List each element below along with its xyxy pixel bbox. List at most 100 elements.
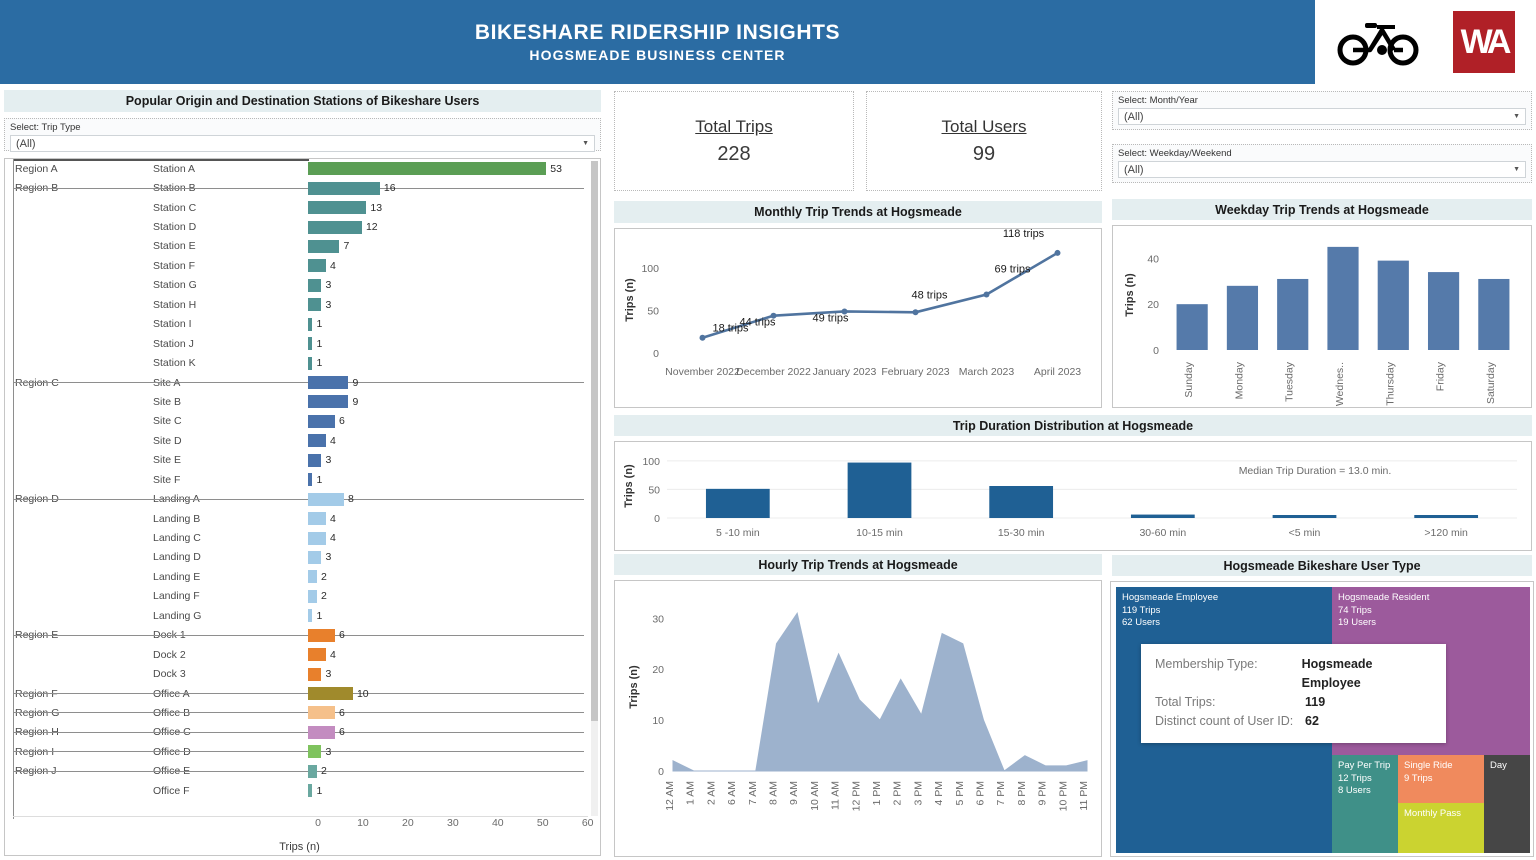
bar[interactable]: [1273, 515, 1337, 518]
trip-type-select[interactable]: (All) ▼: [10, 135, 595, 152]
table-row[interactable]: Dock 33: [5, 664, 594, 683]
table-row[interactable]: Station H3: [5, 295, 594, 314]
area-series[interactable]: [673, 613, 1087, 771]
bar[interactable]: [308, 765, 317, 778]
table-row[interactable]: Station I1: [5, 315, 594, 334]
month-year-select[interactable]: (All) ▼: [1118, 108, 1526, 125]
stations-bar-chart[interactable]: Region AStation A53Region BStation B16St…: [4, 158, 601, 856]
bar[interactable]: [308, 551, 321, 564]
trip-type-filter[interactable]: Select: Trip Type (All) ▼: [4, 118, 601, 151]
table-row[interactable]: Station C13: [5, 198, 594, 217]
bar[interactable]: [1378, 261, 1409, 350]
table-row[interactable]: Landing G1: [5, 606, 594, 625]
bar[interactable]: [308, 279, 321, 292]
treemap-cell[interactable]: Day: [1484, 755, 1530, 853]
bar[interactable]: [308, 434, 326, 447]
bar[interactable]: [308, 162, 546, 175]
bar[interactable]: [308, 668, 321, 681]
table-row[interactable]: Station K1: [5, 353, 594, 372]
bar[interactable]: [308, 454, 321, 467]
table-row[interactable]: Landing D3: [5, 548, 594, 567]
bar[interactable]: [308, 318, 312, 331]
bar[interactable]: [1227, 286, 1258, 350]
bar[interactable]: [308, 629, 335, 642]
bar[interactable]: [308, 415, 335, 428]
bar[interactable]: [848, 463, 912, 518]
bar[interactable]: [308, 745, 321, 758]
table-row[interactable]: Site D4: [5, 431, 594, 450]
table-row[interactable]: Site F1: [5, 470, 594, 489]
table-row[interactable]: Region EDock 16: [5, 626, 594, 645]
bar[interactable]: [308, 240, 339, 253]
table-row[interactable]: Region GOffice B6: [5, 703, 594, 722]
weekday-weekend-select[interactable]: (All) ▼: [1118, 161, 1526, 178]
table-row[interactable]: Region IOffice D3: [5, 742, 594, 761]
bar[interactable]: [308, 687, 353, 700]
month-year-filter[interactable]: Select: Month/Year (All) ▼: [1112, 91, 1532, 130]
bar[interactable]: [308, 221, 362, 234]
bar[interactable]: [308, 532, 326, 545]
user-type-treemap[interactable]: Hogsmeade Employee119 Trips62 UsersHogsm…: [1110, 581, 1534, 857]
bar[interactable]: [308, 590, 317, 603]
table-row[interactable]: Dock 24: [5, 645, 594, 664]
table-row[interactable]: Region CSite A9: [5, 373, 594, 392]
table-row[interactable]: Region BStation B16: [5, 178, 594, 197]
bar[interactable]: [308, 473, 312, 486]
data-point[interactable]: [984, 291, 990, 297]
data-point[interactable]: [1055, 250, 1061, 256]
table-row[interactable]: Station F4: [5, 256, 594, 275]
table-row[interactable]: Landing C4: [5, 528, 594, 547]
data-point[interactable]: [700, 335, 706, 341]
bar[interactable]: [308, 337, 312, 350]
bar[interactable]: [308, 298, 321, 311]
treemap-cell[interactable]: Single Ride9 Trips: [1398, 755, 1484, 803]
bar[interactable]: [1327, 247, 1358, 350]
bar[interactable]: [1131, 515, 1195, 518]
bar[interactable]: [1414, 515, 1478, 518]
bar[interactable]: [1177, 304, 1208, 350]
treemap-cell[interactable]: Pay Per Trip12 Trips8 Users: [1332, 755, 1398, 853]
table-row[interactable]: Region AStation A53: [5, 159, 594, 178]
bar[interactable]: [308, 706, 335, 719]
table-row[interactable]: Office F1: [5, 781, 594, 800]
trip-duration-chart[interactable]: 050100Trips (n)5 -10 min10-15 min15-30 m…: [614, 441, 1532, 551]
bar[interactable]: [308, 493, 344, 506]
bar[interactable]: [1478, 279, 1509, 350]
table-row[interactable]: Region DLanding A8: [5, 489, 594, 508]
table-row[interactable]: Landing F2: [5, 587, 594, 606]
table-row[interactable]: Site E3: [5, 451, 594, 470]
monthly-trip-trends-chart[interactable]: 050100Trips (n)18 trips44 trips49 trips4…: [614, 228, 1102, 408]
table-row[interactable]: Station G3: [5, 276, 594, 295]
table-row[interactable]: Region FOffice A10: [5, 684, 594, 703]
weekday-trip-trends-chart[interactable]: 02040Trips (n)SundayMondayTuesdayWednes.…: [1112, 225, 1532, 408]
table-row[interactable]: Landing B4: [5, 509, 594, 528]
stations-scroll-thumb[interactable]: [591, 161, 598, 721]
table-row[interactable]: Station E7: [5, 237, 594, 256]
bar[interactable]: [308, 512, 326, 525]
table-row[interactable]: Station J1: [5, 334, 594, 353]
table-row[interactable]: Landing E2: [5, 567, 594, 586]
bar[interactable]: [308, 259, 326, 272]
data-point[interactable]: [913, 309, 919, 315]
bar[interactable]: [308, 201, 366, 214]
bar[interactable]: [308, 357, 312, 370]
bar[interactable]: [308, 609, 312, 622]
table-row[interactable]: Station D12: [5, 217, 594, 236]
bar[interactable]: [308, 726, 335, 739]
bar[interactable]: [308, 570, 317, 583]
treemap-cell[interactable]: Monthly Pass: [1398, 803, 1484, 853]
bar[interactable]: [308, 376, 348, 389]
bar[interactable]: [308, 648, 326, 661]
bar[interactable]: [308, 395, 348, 408]
table-row[interactable]: Region HOffice C6: [5, 723, 594, 742]
hourly-trip-trends-chart[interactable]: 0102030Trips (n)12 AM1 AM2 AM6 AM7 AM8 A…: [614, 580, 1102, 857]
bar[interactable]: [1428, 272, 1459, 350]
bar[interactable]: [989, 486, 1053, 518]
bar[interactable]: [706, 489, 770, 518]
bar[interactable]: [308, 182, 380, 195]
bar[interactable]: [308, 784, 312, 797]
bar[interactable]: [1277, 279, 1308, 350]
table-row[interactable]: Site C6: [5, 412, 594, 431]
weekday-weekend-filter[interactable]: Select: Weekday/Weekend (All) ▼: [1112, 144, 1532, 183]
table-row[interactable]: Region JOffice E2: [5, 762, 594, 781]
